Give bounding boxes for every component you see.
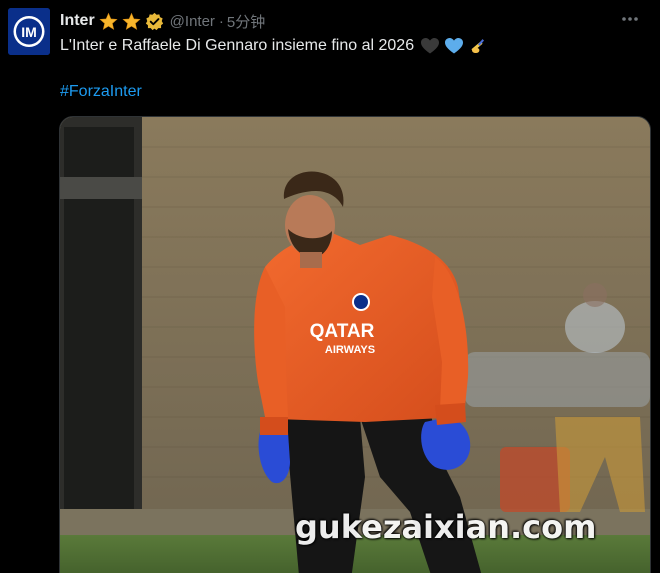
- hashtag-link[interactable]: #ForzaInter: [60, 81, 142, 103]
- star-icon: [99, 12, 118, 30]
- inter-logo-icon: IM: [21, 24, 37, 40]
- tweet-header: Inter @Inter · 5分钟: [60, 10, 265, 32]
- jersey-sponsor-line1: QATAR: [310, 321, 375, 342]
- blue-heart-icon: [445, 38, 464, 54]
- watermark-text: gukezaixian.com: [295, 508, 597, 546]
- timestamp[interactable]: 5分钟: [227, 11, 265, 32]
- tweet: IM Inter @Inter · 5分钟 L'Inter e Raffaele…: [0, 0, 660, 573]
- tweet-text: L'Inter e Raffaele Di Gennaro insieme fi…: [60, 35, 488, 57]
- jersey-sponsor-line2: AIRWAYS: [325, 344, 375, 356]
- more-options-icon[interactable]: [620, 12, 640, 26]
- writing-hand-icon: [471, 39, 485, 53]
- tweet-media-photo[interactable]: QATAR AIRWAYS: [59, 116, 651, 573]
- time-separator: ·: [218, 12, 224, 30]
- star-icon: [122, 12, 141, 30]
- tweet-text-content: L'Inter e Raffaele Di Gennaro insieme fi…: [60, 37, 415, 54]
- verified-badge-icon[interactable]: [145, 12, 164, 31]
- goalkeeper-photo: QATAR AIRWAYS: [60, 117, 650, 573]
- inter-avatar[interactable]: IM: [8, 8, 50, 55]
- black-heart-icon: [421, 38, 440, 54]
- author-handle[interactable]: @Inter: [170, 13, 215, 30]
- author-name[interactable]: Inter: [60, 12, 95, 30]
